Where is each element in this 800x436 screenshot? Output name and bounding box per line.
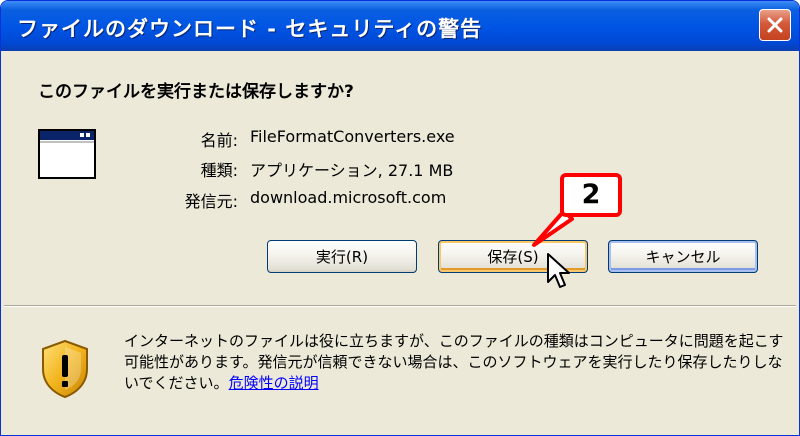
risk-explanation-link[interactable]: 危険性の説明 (229, 374, 319, 392)
name-label: 名前: (200, 131, 238, 150)
step-number-callout: 2 (560, 173, 622, 217)
close-icon (767, 17, 783, 33)
warning-text: インターネットのファイルは役に立ちますが、このファイルの種類はコンピュータに問題… (124, 332, 784, 392)
application-window-icon (38, 129, 96, 179)
publisher-label: 発信元: (184, 192, 238, 211)
window-title: ファイルのダウンロード - セキュリティの警告 (17, 17, 483, 41)
warning-message: インターネットのファイルは役に立ちますが、このファイルの種類はコンピュータに問題… (124, 331, 784, 394)
download-security-dialog: ファイルのダウンロード - セキュリティの警告 このファイルを実行または保存しま… (0, 0, 800, 436)
warning-section: インターネットのファイルは役に立ちますが、このファイルの種類はコンピュータに問題… (4, 307, 796, 432)
run-button[interactable]: 実行(R) (267, 240, 417, 273)
dialog-body: このファイルを実行または保存しますか? 名前: FileFormatConver… (4, 51, 796, 304)
dialog-question: このファイルを実行または保存しますか? (38, 82, 354, 102)
mouse-cursor-icon (547, 253, 570, 288)
close-button[interactable] (759, 9, 791, 41)
type-label: 種類: (200, 161, 238, 180)
cancel-button[interactable]: キャンセル (608, 240, 758, 273)
file-name-value: FileFormatConverters.exe (250, 127, 455, 146)
file-type-value: アプリケーション, 27.1 MB (250, 161, 454, 180)
publisher-value: download.microsoft.com (250, 188, 447, 207)
title-bar[interactable]: ファイルのダウンロード - セキュリティの警告 (1, 1, 799, 51)
shield-warning-icon (42, 339, 88, 399)
